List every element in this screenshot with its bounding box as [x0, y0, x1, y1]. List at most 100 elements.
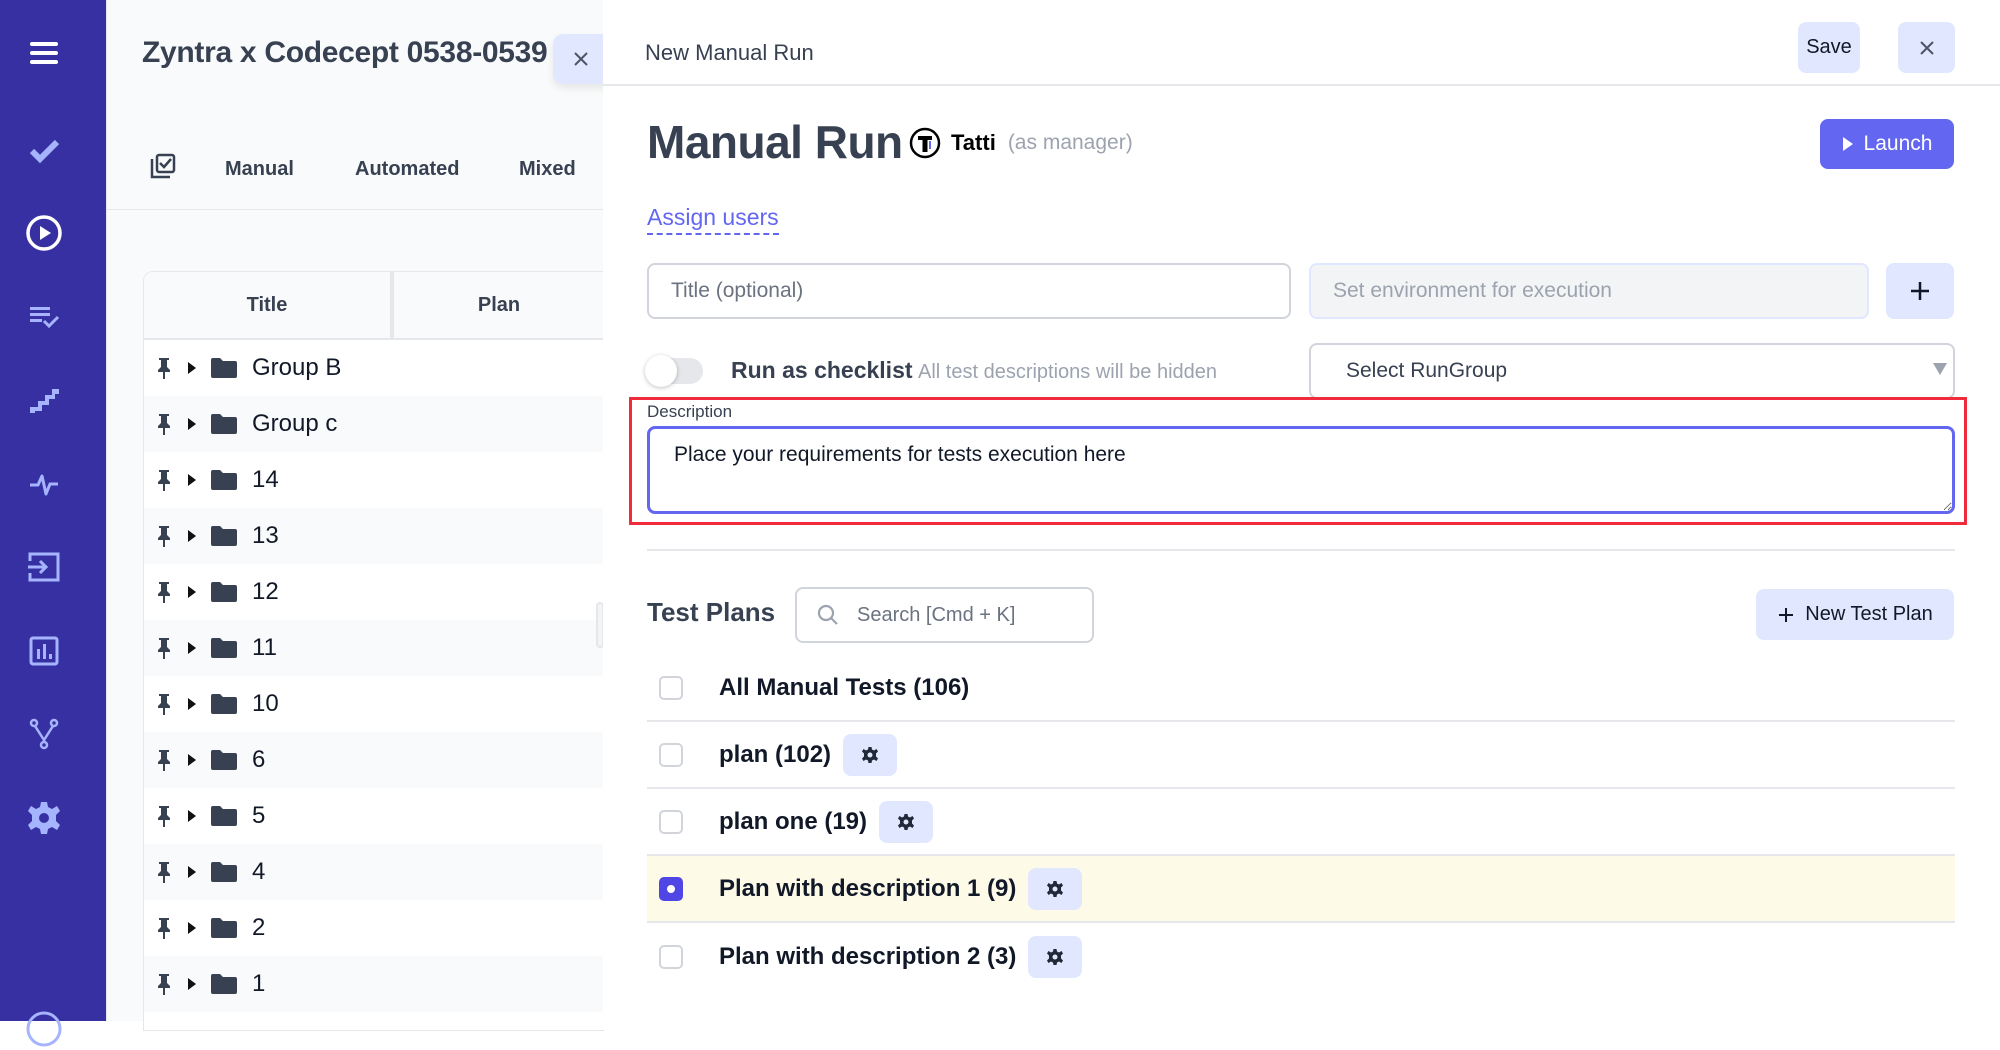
test-plan-row[interactable]: Plan with description 2 (3) — [647, 923, 1955, 990]
panel-close-button[interactable] — [553, 34, 609, 84]
gear-icon — [862, 746, 879, 763]
pin-icon[interactable] — [154, 748, 174, 772]
plan-checkbox[interactable] — [659, 876, 683, 901]
steps-icon[interactable] — [23, 380, 65, 422]
caret-right-icon[interactable] — [186, 584, 198, 600]
help-icon[interactable] — [23, 1008, 65, 1050]
tree-row[interactable]: 10 — [144, 676, 604, 732]
run-title-input[interactable] — [647, 263, 1291, 319]
caret-right-icon[interactable] — [186, 640, 198, 656]
pin-icon[interactable] — [154, 468, 174, 492]
environment-input[interactable] — [1309, 263, 1869, 319]
plan-name: plan one (19) — [719, 807, 868, 835]
caret-right-icon[interactable] — [186, 752, 198, 768]
plan-settings-button[interactable] — [843, 733, 898, 776]
launch-button[interactable]: Launch — [1820, 119, 1954, 169]
folder-icon — [211, 358, 237, 378]
pin-icon[interactable] — [154, 804, 174, 828]
test-plan-row[interactable]: Plan with description 1 (9) — [647, 856, 1955, 923]
plan-checkbox[interactable] — [659, 676, 683, 700]
run-as-checklist-toggle[interactable] — [645, 355, 703, 387]
test-plan-row[interactable]: All Manual Tests (106) — [647, 656, 1955, 722]
caret-right-icon[interactable] — [186, 864, 198, 880]
caret-right-icon[interactable] — [186, 360, 198, 376]
tree-row[interactable]: 4 — [144, 844, 604, 900]
close-dialog-button[interactable] — [1898, 22, 1955, 73]
tree-row[interactable]: Group B — [144, 340, 604, 396]
description-textarea[interactable] — [647, 426, 1955, 514]
checkmark-icon[interactable] — [23, 129, 65, 171]
hamburger-menu-icon[interactable] — [23, 32, 65, 74]
import-icon[interactable] — [23, 546, 65, 588]
caret-right-icon[interactable] — [186, 528, 198, 544]
tree-row[interactable]: 11 — [144, 620, 604, 676]
tab-mixed[interactable]: Mixed — [519, 158, 576, 181]
tree-row[interactable]: 12 — [144, 564, 604, 620]
test-plans-search[interactable] — [795, 587, 1094, 643]
tab-automated[interactable]: Automated — [355, 158, 459, 181]
plan-settings-button[interactable] — [1028, 867, 1083, 910]
column-plan[interactable]: Plan — [394, 272, 604, 338]
folder-icon — [211, 694, 237, 714]
column-title[interactable]: Title — [144, 272, 394, 338]
caret-right-icon[interactable] — [186, 976, 198, 992]
rungroup-select[interactable]: Select RunGroup — [1309, 343, 1955, 399]
pin-icon[interactable] — [154, 580, 174, 604]
tree-row[interactable]: 1 — [144, 956, 604, 1012]
folder-icon — [211, 862, 237, 882]
plus-icon — [1911, 282, 1929, 300]
pin-icon[interactable] — [154, 972, 174, 996]
nav-rail — [0, 0, 106, 1047]
pin-icon[interactable] — [154, 412, 174, 436]
plan-checkbox[interactable] — [659, 809, 683, 834]
caret-right-icon[interactable] — [186, 920, 198, 936]
caret-right-icon[interactable] — [186, 472, 198, 488]
new-test-plan-button[interactable]: New Test Plan — [1756, 589, 1954, 640]
play-icon — [1842, 137, 1853, 151]
folder-icon — [211, 974, 237, 994]
pin-icon[interactable] — [154, 356, 174, 380]
pin-icon[interactable] — [154, 692, 174, 716]
tree-row[interactable]: 14 — [144, 452, 604, 508]
gear-icon[interactable] — [23, 797, 65, 839]
test-plan-row[interactable]: plan (102) — [647, 722, 1955, 789]
pulse-icon[interactable] — [23, 463, 65, 505]
tree-row-name: 13 — [252, 522, 279, 549]
multi-select-icon[interactable] — [149, 152, 177, 185]
tree-row-name: 12 — [252, 578, 279, 605]
pin-icon[interactable] — [154, 916, 174, 940]
project-panel: Zyntra x Codecept 0538-0539 Manual Autom… — [106, 0, 609, 1031]
pin-icon[interactable] — [154, 860, 174, 884]
plan-settings-button[interactable] — [879, 800, 934, 843]
test-plan-row[interactable]: plan one (19) — [647, 789, 1955, 856]
plan-settings-button[interactable] — [1028, 935, 1083, 978]
plan-checkbox[interactable] — [659, 742, 683, 767]
tree-row[interactable]: 2 — [144, 900, 604, 956]
caret-right-icon[interactable] — [186, 416, 198, 432]
tree-row[interactable]: 13 — [144, 508, 604, 564]
analytics-icon[interactable] — [23, 630, 65, 672]
gear-icon — [898, 813, 915, 830]
save-button[interactable]: Save — [1798, 22, 1860, 73]
tree-row-name: 10 — [252, 690, 279, 717]
tree-row[interactable]: Group c — [144, 396, 604, 452]
add-environment-button[interactable] — [1886, 263, 1954, 319]
search-input[interactable] — [857, 603, 1057, 627]
pin-icon[interactable] — [154, 636, 174, 660]
assign-users-link[interactable]: Assign users — [647, 204, 779, 235]
branch-icon[interactable] — [23, 713, 65, 755]
run-title: Manual Run — [647, 116, 903, 168]
tree-row[interactable]: 6 — [144, 732, 604, 788]
play-circle-icon[interactable] — [23, 212, 65, 254]
caret-right-icon[interactable] — [186, 808, 198, 824]
new-run-dialog: New Manual Run Save Manual Run Tatti (as… — [603, 0, 2000, 1021]
plan-name: Plan with description 2 (3) — [719, 942, 1017, 970]
tree-row[interactable]: 5 — [144, 788, 604, 844]
plan-checkbox[interactable] — [659, 944, 683, 969]
list-check-icon[interactable] — [23, 296, 65, 338]
pin-icon[interactable] — [154, 524, 174, 548]
caret-right-icon[interactable] — [186, 696, 198, 712]
tree-row-name: 4 — [252, 858, 266, 885]
folder-icon — [211, 806, 237, 826]
tab-manual[interactable]: Manual — [225, 158, 294, 181]
